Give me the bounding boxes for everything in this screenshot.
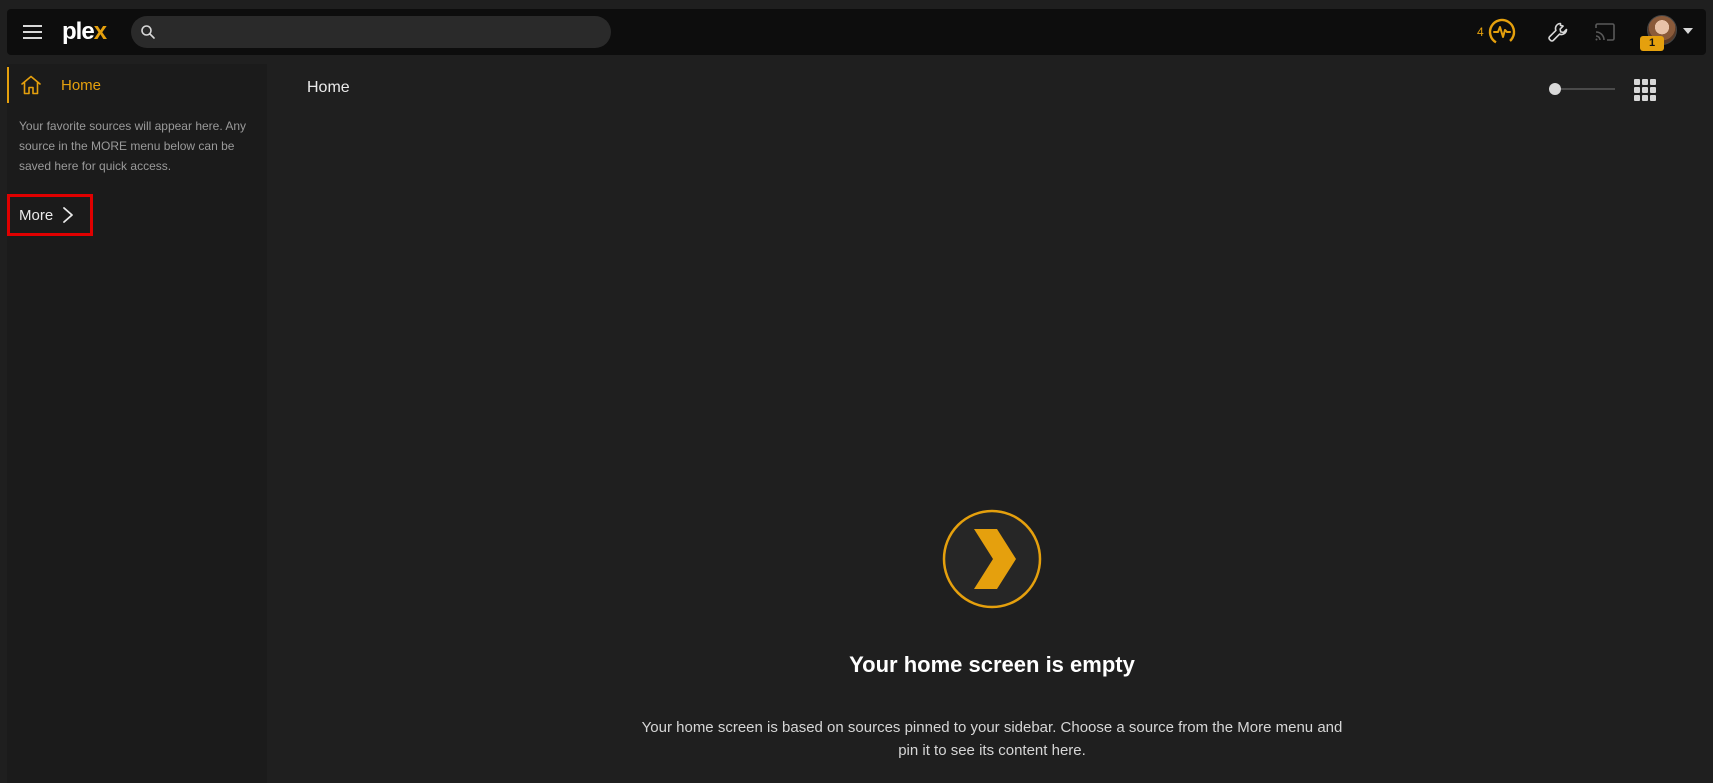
grid-icon-cell	[1650, 95, 1656, 101]
poster-size-slider[interactable]	[1549, 82, 1617, 96]
empty-state-description: Your home screen is based on sources pin…	[641, 719, 1343, 759]
cast-icon[interactable]	[1593, 20, 1617, 44]
grid-icon-cell	[1650, 79, 1656, 85]
sidebar-item-label: Home	[61, 76, 102, 94]
grid-icon-cell	[1642, 95, 1648, 101]
grid-icon-cell	[1634, 87, 1640, 93]
plex-chevron-icon	[942, 509, 1042, 609]
top-bar: plex 4 1	[7, 9, 1706, 55]
slider-track	[1553, 88, 1615, 90]
page-title: Home	[307, 79, 350, 96]
logo-accent: x	[93, 18, 107, 45]
menu-icon	[23, 25, 42, 27]
more-button[interactable]: More	[7, 194, 93, 236]
menu-icon-bar	[23, 31, 42, 33]
grid-icon	[1634, 79, 1640, 85]
menu-icon-bar	[23, 37, 42, 39]
sidebar-item-home[interactable]: Home	[7, 67, 267, 103]
search-bar[interactable]	[131, 16, 611, 48]
plex-logo[interactable]: plex	[62, 18, 107, 46]
activity-button[interactable]: 4	[1477, 16, 1517, 48]
grid-icon-cell	[1642, 87, 1648, 93]
more-label: More	[19, 206, 54, 224]
logo-text: ple	[62, 18, 95, 45]
chevron-down-icon	[1683, 28, 1693, 34]
grid-icon-cell	[1650, 87, 1656, 93]
home-icon	[21, 75, 41, 95]
grid-view-button[interactable]	[1634, 79, 1656, 101]
plex-app: plex 4 1 Home Your favorite sources will…	[0, 0, 1713, 783]
grid-icon-cell	[1642, 79, 1648, 85]
activity-count: 4	[1477, 25, 1484, 39]
activity-icon	[1488, 18, 1515, 46]
menu-button[interactable]	[21, 21, 45, 43]
chevron-right-icon	[63, 207, 74, 223]
slider-thumb[interactable]	[1549, 83, 1561, 95]
sidebar-help-text: Your favorite sources will appear here. …	[19, 119, 247, 173]
search-icon	[141, 25, 155, 39]
wrench-icon[interactable]	[1546, 20, 1570, 44]
empty-state-title: Your home screen is empty	[849, 652, 1135, 677]
notification-badge: 1	[1640, 36, 1664, 51]
account-menu[interactable]: 1	[1640, 15, 1698, 51]
search-input[interactable]	[163, 16, 603, 48]
sidebar: Home Your favorite sources will appear h…	[7, 64, 267, 783]
grid-icon-cell	[1634, 95, 1640, 101]
